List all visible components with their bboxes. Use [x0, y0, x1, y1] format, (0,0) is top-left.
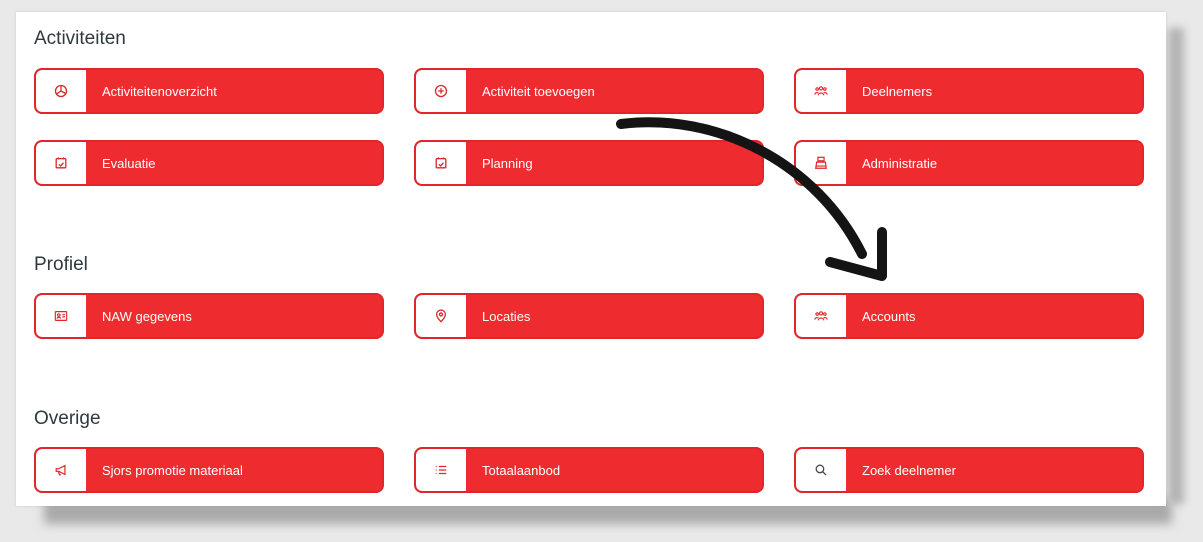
tile-label: Activiteit toevoegen — [482, 83, 595, 99]
plus-circle-icon — [416, 70, 466, 112]
tile-label: Accounts — [862, 308, 916, 324]
tile-label: NAW gegevens — [102, 308, 192, 324]
search-icon — [796, 449, 846, 491]
tile-label: Evaluatie — [102, 155, 156, 171]
section-title-activiteiten: Activiteiten — [34, 28, 126, 49]
id-card-icon — [36, 295, 86, 337]
tile-label: Zoek deelnemer — [862, 462, 956, 478]
megaphone-icon — [36, 449, 86, 491]
calendar-check-icon — [416, 142, 466, 184]
tile-label: Sjors promotie materiaal — [102, 462, 243, 478]
section-title-overige: Overige — [34, 408, 101, 429]
cash-register-icon — [796, 142, 846, 184]
deelnemers-button[interactable]: Deelnemers — [794, 68, 1144, 114]
administratie-button[interactable]: Administratie — [794, 140, 1144, 186]
list-icon — [416, 449, 466, 491]
accounts-button[interactable]: Accounts — [794, 293, 1144, 339]
planning-button[interactable]: Planning — [414, 140, 764, 186]
activiteit-toevoegen-button[interactable]: Activiteit toevoegen — [414, 68, 764, 114]
users-icon — [796, 295, 846, 337]
users-icon — [796, 70, 846, 112]
calendar-check-icon — [36, 142, 86, 184]
tile-label: Deelnemers — [862, 83, 933, 99]
tile-label: Locaties — [482, 308, 531, 324]
menu-panel: Activiteiten Activiteitenoverzicht Activ… — [16, 12, 1166, 506]
tile-label: Administratie — [862, 155, 938, 171]
zoek-deelnemer-button[interactable]: Zoek deelnemer — [794, 447, 1144, 493]
tile-label: Totaalaanbod — [482, 462, 561, 478]
sjors-promotie-materiaal-button[interactable]: Sjors promotie materiaal — [34, 447, 384, 493]
pie-chart-icon — [36, 70, 86, 112]
tile-label: Activiteitenoverzicht — [102, 83, 217, 99]
location-pin-icon — [416, 295, 466, 337]
naw-gegevens-button[interactable]: NAW gegevens — [34, 293, 384, 339]
panel-shadow-right — [1168, 28, 1184, 504]
activiteitenoverzicht-button[interactable]: Activiteitenoverzicht — [34, 68, 384, 114]
tile-label: Planning — [482, 155, 533, 171]
locaties-button[interactable]: Locaties — [414, 293, 764, 339]
section-title-profiel: Profiel — [34, 254, 88, 275]
evaluatie-button[interactable]: Evaluatie — [34, 140, 384, 186]
totaalaanbod-button[interactable]: Totaalaanbod — [414, 447, 764, 493]
